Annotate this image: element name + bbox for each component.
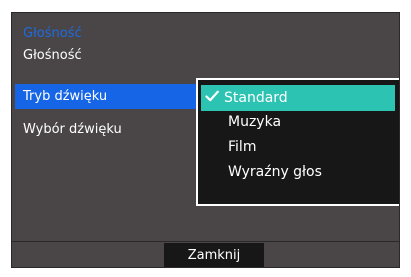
section-title: Głośność	[23, 26, 82, 41]
option-label: Film	[228, 139, 257, 155]
option-label: Muzyka	[228, 114, 282, 130]
check-icon	[205, 90, 219, 102]
footer-divider	[12, 241, 399, 242]
osd-panel: Głośność Głośność Tryb dźwięku Wybór dźw…	[11, 12, 400, 268]
option-film[interactable]: Film	[201, 134, 395, 160]
menu-item-sound-select[interactable]: Wybór dźwięku	[15, 117, 203, 142]
menu-item-label: Tryb dźwięku	[23, 89, 108, 104]
menu-item-label: Wybór dźwięku	[23, 122, 122, 137]
menu-item-label: Głośność	[23, 48, 82, 63]
close-button[interactable]: Zamknij	[164, 243, 264, 267]
menu-item-sound-mode[interactable]: Tryb dźwięku	[15, 84, 203, 109]
option-label: Wyraźny głos	[228, 164, 322, 180]
option-music[interactable]: Muzyka	[201, 109, 395, 135]
option-standard[interactable]: Standard	[201, 85, 395, 111]
option-clear-voice[interactable]: Wyraźny głos	[201, 159, 395, 185]
menu-item-volume[interactable]: Głośność	[15, 43, 203, 68]
sound-mode-submenu: Standard Muzyka Film Wyraźny głos	[196, 78, 399, 206]
option-label: Standard	[224, 90, 288, 106]
